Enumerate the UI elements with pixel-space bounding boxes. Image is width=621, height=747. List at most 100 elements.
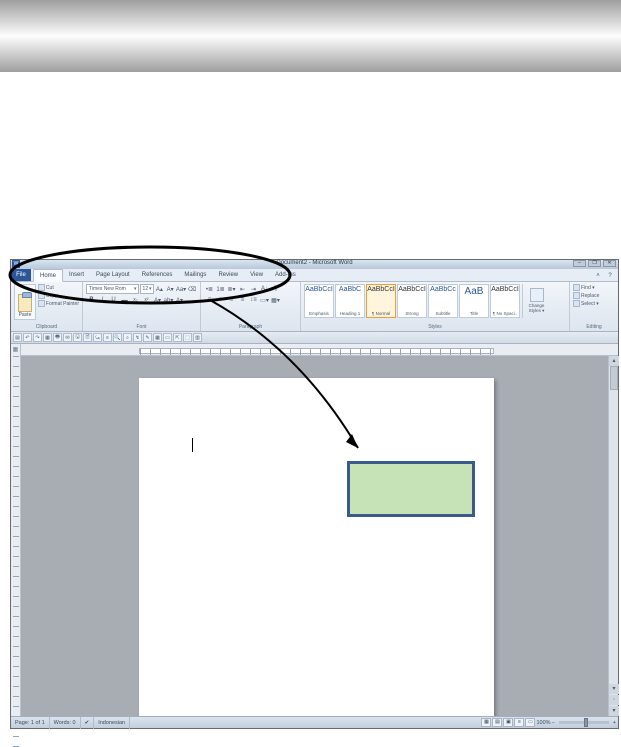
tab-view[interactable]: View — [244, 268, 269, 281]
font-name-combo[interactable]: Times New Rom — [86, 284, 139, 294]
rectangle-shape[interactable] — [347, 461, 475, 517]
style-item-subtitle[interactable]: AaBbCcSubtitle — [428, 284, 458, 318]
qat-button-18[interactable]: ▥ — [193, 333, 202, 342]
line-spacing-button[interactable]: ↕≡ — [248, 295, 259, 305]
increase-indent-button[interactable]: ⇥ — [248, 284, 259, 294]
tab-page-layout[interactable]: Page Layout — [90, 268, 136, 281]
maximize-button[interactable]: ❐ — [588, 260, 601, 267]
show-marks-button[interactable]: ¶ — [270, 284, 281, 294]
help-icon[interactable]: ? — [606, 273, 614, 281]
qat-button-1[interactable]: ↶ — [23, 333, 32, 342]
style-item-emphasis[interactable]: AaBbCcIEmphasis — [304, 284, 334, 318]
tab-addins[interactable]: Add-Ins — [269, 268, 302, 281]
font-color-button[interactable]: A▾ — [174, 295, 185, 305]
prev-page-icon[interactable]: ◦ — [609, 695, 619, 705]
zoom-percent[interactable]: 100% — [536, 720, 550, 726]
subscript-button[interactable]: x₂ — [130, 295, 141, 305]
change-styles-button[interactable]: Change Styles ▾ — [522, 284, 550, 318]
align-center-button[interactable]: ≡ — [215, 295, 226, 305]
bullets-button[interactable]: •≣ — [204, 284, 215, 294]
clear-formatting-button[interactable]: ⌫ — [187, 284, 197, 294]
qat-button-2[interactable]: ↷ — [33, 333, 42, 342]
numbering-button[interactable]: 1≣ — [215, 284, 226, 294]
style-item--no-spaci-[interactable]: AaBbCcI¶ No Spaci.. — [490, 284, 520, 318]
paste-button[interactable]: Paste — [14, 284, 36, 320]
qat-button-15[interactable]: ▭ — [163, 333, 172, 342]
italic-button[interactable]: I — [97, 295, 108, 305]
view-outline-button[interactable]: ≡ — [514, 718, 524, 727]
qat-button-9[interactable]: ≡ — [103, 333, 112, 342]
minimize-button[interactable]: – — [573, 260, 586, 267]
document-page[interactable] — [139, 378, 494, 718]
select-button[interactable]: Select ▾ — [573, 300, 615, 307]
qat-button-12[interactable]: ↯ — [133, 333, 142, 342]
tab-file[interactable]: File — [11, 268, 31, 281]
format-painter-button[interactable]: Format Painter — [38, 300, 79, 307]
align-right-button[interactable]: ≡ — [226, 295, 237, 305]
scroll-thumb[interactable] — [610, 366, 618, 390]
qat-button-11[interactable]: ⌕ — [123, 333, 132, 342]
strikethrough-button[interactable]: abc — [119, 295, 130, 305]
styles-gallery[interactable]: AaBbCcIEmphasisAaBbCHeading 1AaBbCcI¶ No… — [304, 284, 520, 318]
qat-button-8[interactable]: ⤿ — [93, 333, 102, 342]
grow-font-button[interactable]: A▴ — [155, 284, 165, 294]
decrease-indent-button[interactable]: ⇤ — [237, 284, 248, 294]
style-item-title[interactable]: AaBTitle — [459, 284, 489, 318]
view-print-layout-button[interactable]: ▦ — [481, 718, 491, 727]
ruler-toggle[interactable]: ▦ — [11, 344, 21, 356]
view-draft-button[interactable]: ▭ — [525, 718, 535, 727]
change-case-button[interactable]: Aa▾ — [176, 284, 186, 294]
text-effects-button[interactable]: A▾ — [152, 295, 163, 305]
qat-button-7[interactable]: 🗎 — [83, 333, 92, 342]
qat-button-17[interactable]: ⬚ — [183, 333, 192, 342]
tab-review[interactable]: Review — [212, 268, 244, 281]
copy-button[interactable]: Copy — [38, 292, 79, 299]
qat-button-5[interactable]: ✉ — [63, 333, 72, 342]
qat-button-6[interactable]: 🖫 — [73, 333, 82, 342]
borders-button[interactable]: ▦▾ — [270, 295, 281, 305]
status-proofing[interactable]: ✔ — [81, 717, 95, 729]
shrink-font-button[interactable]: A▾ — [165, 284, 175, 294]
status-page[interactable]: Page: 1 of 1 — [11, 717, 50, 729]
tab-insert[interactable]: Insert — [63, 268, 90, 281]
cut-button[interactable]: Cut — [38, 284, 79, 291]
ruler-vertical[interactable] — [11, 356, 21, 716]
multilevel-list-button[interactable]: ≣▾ — [226, 284, 237, 294]
qat-button-13[interactable]: ✎ — [143, 333, 152, 342]
font-size-combo[interactable]: 12 — [140, 284, 154, 294]
replace-button[interactable]: Replace — [573, 292, 615, 299]
highlight-button[interactable]: ab▾ — [163, 295, 174, 305]
ruler-horizontal[interactable] — [139, 348, 494, 354]
superscript-button[interactable]: x² — [141, 295, 152, 305]
sort-button[interactable]: A↓ — [259, 284, 270, 294]
app-icon[interactable]: W — [12, 260, 20, 268]
zoom-slider[interactable] — [559, 721, 609, 724]
status-language[interactable]: Indonesian — [94, 717, 130, 729]
style-item--normal[interactable]: AaBbCcI¶ Normal — [366, 284, 396, 318]
style-item-strong[interactable]: AaBbCcIStrong — [397, 284, 427, 318]
zoom-in-button[interactable]: + — [613, 720, 616, 726]
status-words[interactable]: Words: 0 — [50, 717, 81, 729]
align-left-button[interactable]: ≡ — [204, 295, 215, 305]
qat-button-4[interactable]: 🖶 — [53, 333, 62, 342]
underline-button[interactable]: U — [108, 295, 119, 305]
qat-button-10[interactable]: 🔍 — [113, 333, 122, 342]
view-web-button[interactable]: ▣ — [503, 718, 513, 727]
vertical-scrollbar[interactable]: ▴ ▾ ◦ ▾ — [608, 356, 618, 716]
qat-button-16[interactable]: ⇱ — [173, 333, 182, 342]
view-fullscreen-button[interactable]: ▤ — [492, 718, 502, 727]
find-button[interactable]: Find ▾ — [573, 284, 615, 291]
qat-button-14[interactable]: ▦ — [153, 333, 162, 342]
justify-button[interactable]: ≡ — [237, 295, 248, 305]
next-page-icon[interactable]: ▾ — [609, 706, 619, 716]
tab-references[interactable]: References — [136, 268, 179, 281]
tab-mailings[interactable]: Mailings — [178, 268, 212, 281]
zoom-out-button[interactable]: − — [552, 720, 555, 726]
close-button[interactable]: ✕ — [603, 260, 616, 267]
style-item-heading-1[interactable]: AaBbCHeading 1 — [335, 284, 365, 318]
minimize-ribbon-icon[interactable]: ˄ — [594, 273, 602, 281]
scroll-up-arrow-icon[interactable]: ▴ — [609, 356, 619, 366]
bold-button[interactable]: B — [86, 295, 97, 305]
shading-button[interactable]: ▭▾ — [259, 295, 270, 305]
tab-home[interactable]: Home — [33, 269, 63, 282]
